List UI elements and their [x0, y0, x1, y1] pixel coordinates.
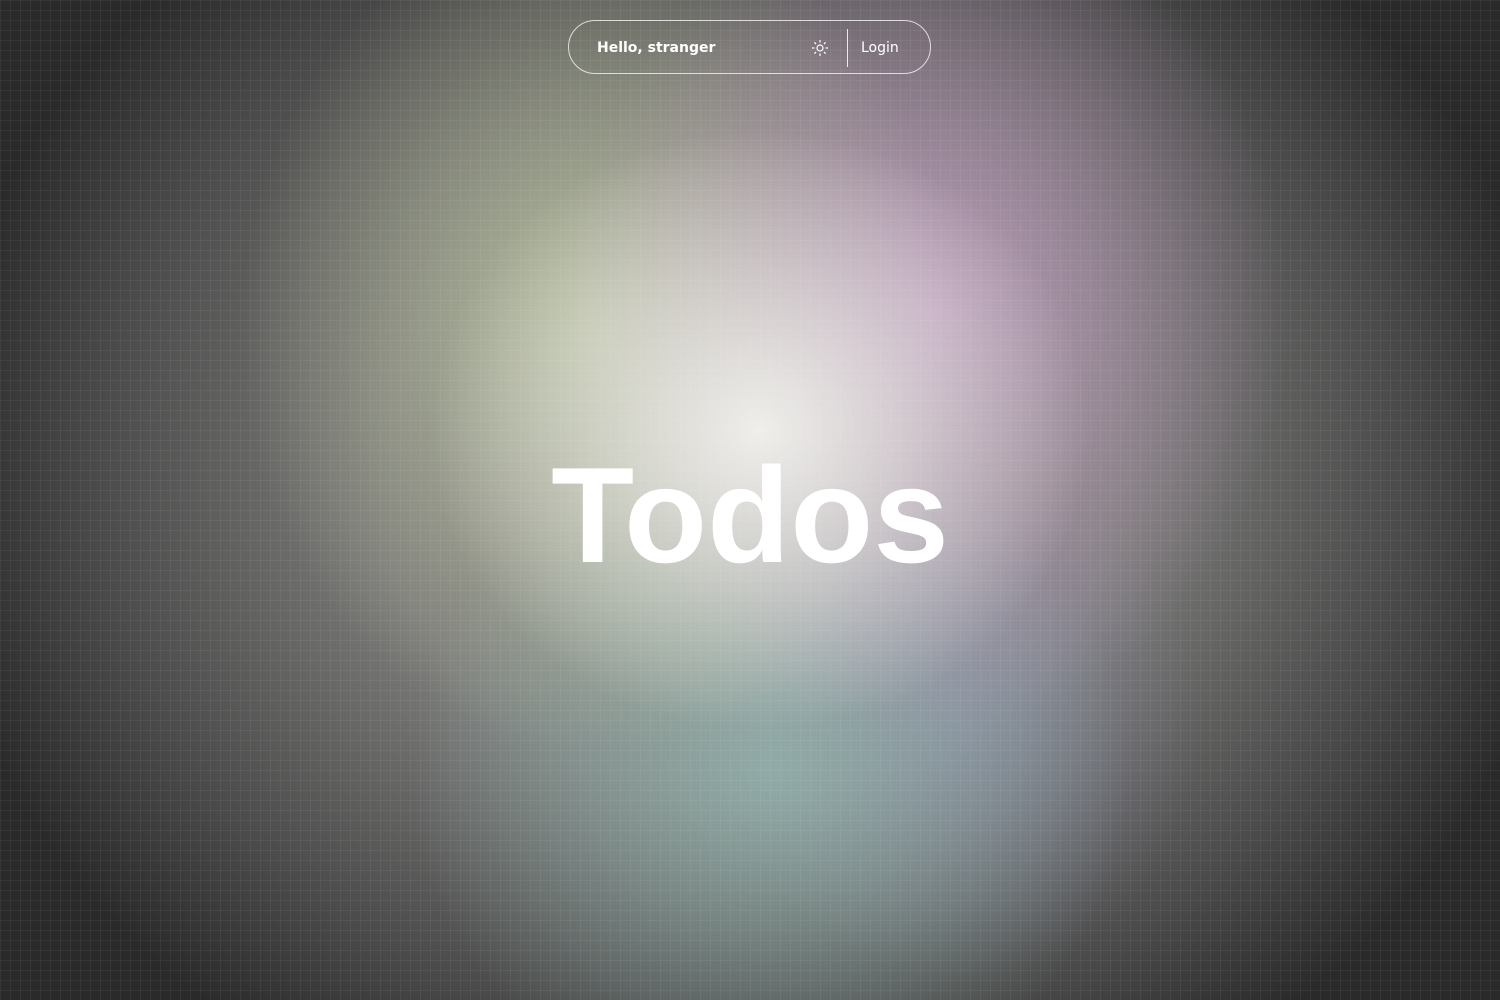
hero-title: Todos — [551, 439, 949, 591]
theme-toggle-button[interactable] — [809, 37, 831, 59]
sun-icon — [811, 39, 829, 57]
greeting-text: Hello, stranger — [597, 40, 716, 56]
navbar-divider — [847, 29, 848, 67]
top-navbar: Hello, stranger Login — [568, 20, 931, 74]
login-link[interactable]: Login — [861, 21, 899, 75]
page: Hello, stranger Login Todos — [0, 0, 1500, 1000]
